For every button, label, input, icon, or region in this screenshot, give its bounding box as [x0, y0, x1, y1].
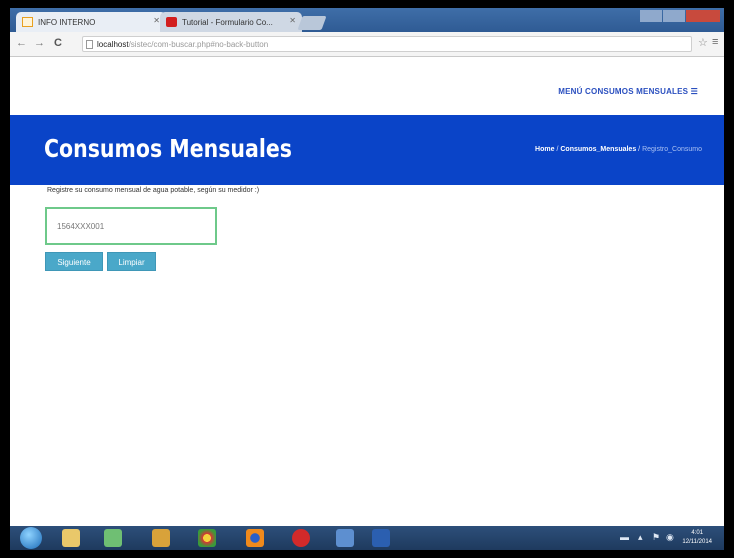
- clear-button[interactable]: Limpiar: [107, 252, 156, 271]
- breadcrumb-section[interactable]: Consumos_Mensuales: [560, 146, 636, 153]
- address-host: localhost: [97, 40, 129, 49]
- flag-icon[interactable]: ⚑: [652, 532, 660, 543]
- close-tab-icon[interactable]: ✕: [153, 16, 160, 25]
- address-bar[interactable]: localhost/sistec/com-buscar.php#no-back-…: [82, 36, 692, 52]
- taskbar: ▬ ▴ ⚑ ◉ 4:01 12/11/2014: [10, 526, 724, 550]
- network-icon[interactable]: ▬: [620, 532, 629, 542]
- minimize-button[interactable]: [640, 10, 662, 22]
- page-icon: [22, 17, 33, 27]
- bookmark-star-icon[interactable]: ☆: [698, 36, 708, 49]
- page-title: Consumos Mensuales: [44, 134, 292, 163]
- word-icon[interactable]: [372, 529, 390, 547]
- close-tab-icon[interactable]: ✕: [289, 16, 296, 25]
- breadcrumb-current: Registro_Consumo: [642, 146, 702, 153]
- new-tab-button[interactable]: [297, 16, 327, 30]
- screen: INFO INTERNO ✕ Tutorial - Formulario Co.…: [10, 8, 724, 550]
- start-button[interactable]: [20, 527, 42, 549]
- virtualbox-icon[interactable]: [336, 529, 354, 547]
- breadcrumb-separator: /: [638, 146, 641, 153]
- next-button[interactable]: Siguiente: [45, 252, 103, 271]
- page-header-banner: Consumos Mensuales Home / Consumos_Mensu…: [10, 115, 724, 185]
- paint-icon[interactable]: [152, 529, 170, 547]
- meter-number-input[interactable]: [45, 207, 217, 245]
- web-page: MENÚ CONSUMOS MENSUALES ☰ Consumos Mensu…: [10, 57, 724, 526]
- system-clock[interactable]: 4:01 12/11/2014: [682, 529, 712, 547]
- chrome-icon[interactable]: [198, 529, 216, 547]
- youtube-icon: [166, 17, 177, 27]
- browser-tab-info-interno[interactable]: INFO INTERNO ✕: [16, 12, 166, 32]
- tab-label: Tutorial - Formulario Co...: [182, 17, 273, 27]
- top-menu-link[interactable]: MENÚ CONSUMOS MENSUALES ☰: [558, 87, 698, 96]
- breadcrumb: Home / Consumos_Mensuales / Registro_Con…: [535, 146, 702, 153]
- tab-label: INFO INTERNO: [38, 17, 96, 27]
- maximize-button[interactable]: [663, 10, 685, 22]
- reload-icon[interactable]: C: [54, 37, 62, 49]
- volume-icon[interactable]: ◉: [666, 532, 674, 543]
- back-arrow-icon[interactable]: ←: [16, 37, 27, 49]
- clock-date: 12/11/2014: [682, 539, 712, 545]
- media-player-icon[interactable]: [104, 529, 122, 547]
- file-explorer-icon[interactable]: [62, 529, 80, 547]
- close-window-button[interactable]: [686, 10, 720, 22]
- browser-menu-icon[interactable]: ≡: [712, 36, 718, 48]
- browser-tab-strip: INFO INTERNO ✕ Tutorial - Formulario Co.…: [10, 8, 724, 32]
- opera-icon[interactable]: [292, 529, 310, 547]
- page-info-icon: [86, 40, 93, 49]
- address-path: /sistec/com-buscar.php#no-back-button: [128, 40, 269, 49]
- clock-time: 4:01: [691, 530, 704, 536]
- breadcrumb-home[interactable]: Home: [535, 146, 554, 153]
- tray-arrow-icon[interactable]: ▴: [638, 532, 643, 543]
- instruction-text: Registre su consumo mensual de agua pota…: [47, 187, 260, 194]
- browser-toolbar: ← → C localhost/sistec/com-buscar.php#no…: [10, 32, 724, 57]
- forward-arrow-icon[interactable]: →: [34, 37, 45, 49]
- browser-tab-tutorial[interactable]: Tutorial - Formulario Co... ✕: [160, 12, 302, 32]
- firefox-icon[interactable]: [246, 529, 264, 547]
- breadcrumb-separator: /: [556, 146, 559, 153]
- window-controls: [640, 10, 720, 22]
